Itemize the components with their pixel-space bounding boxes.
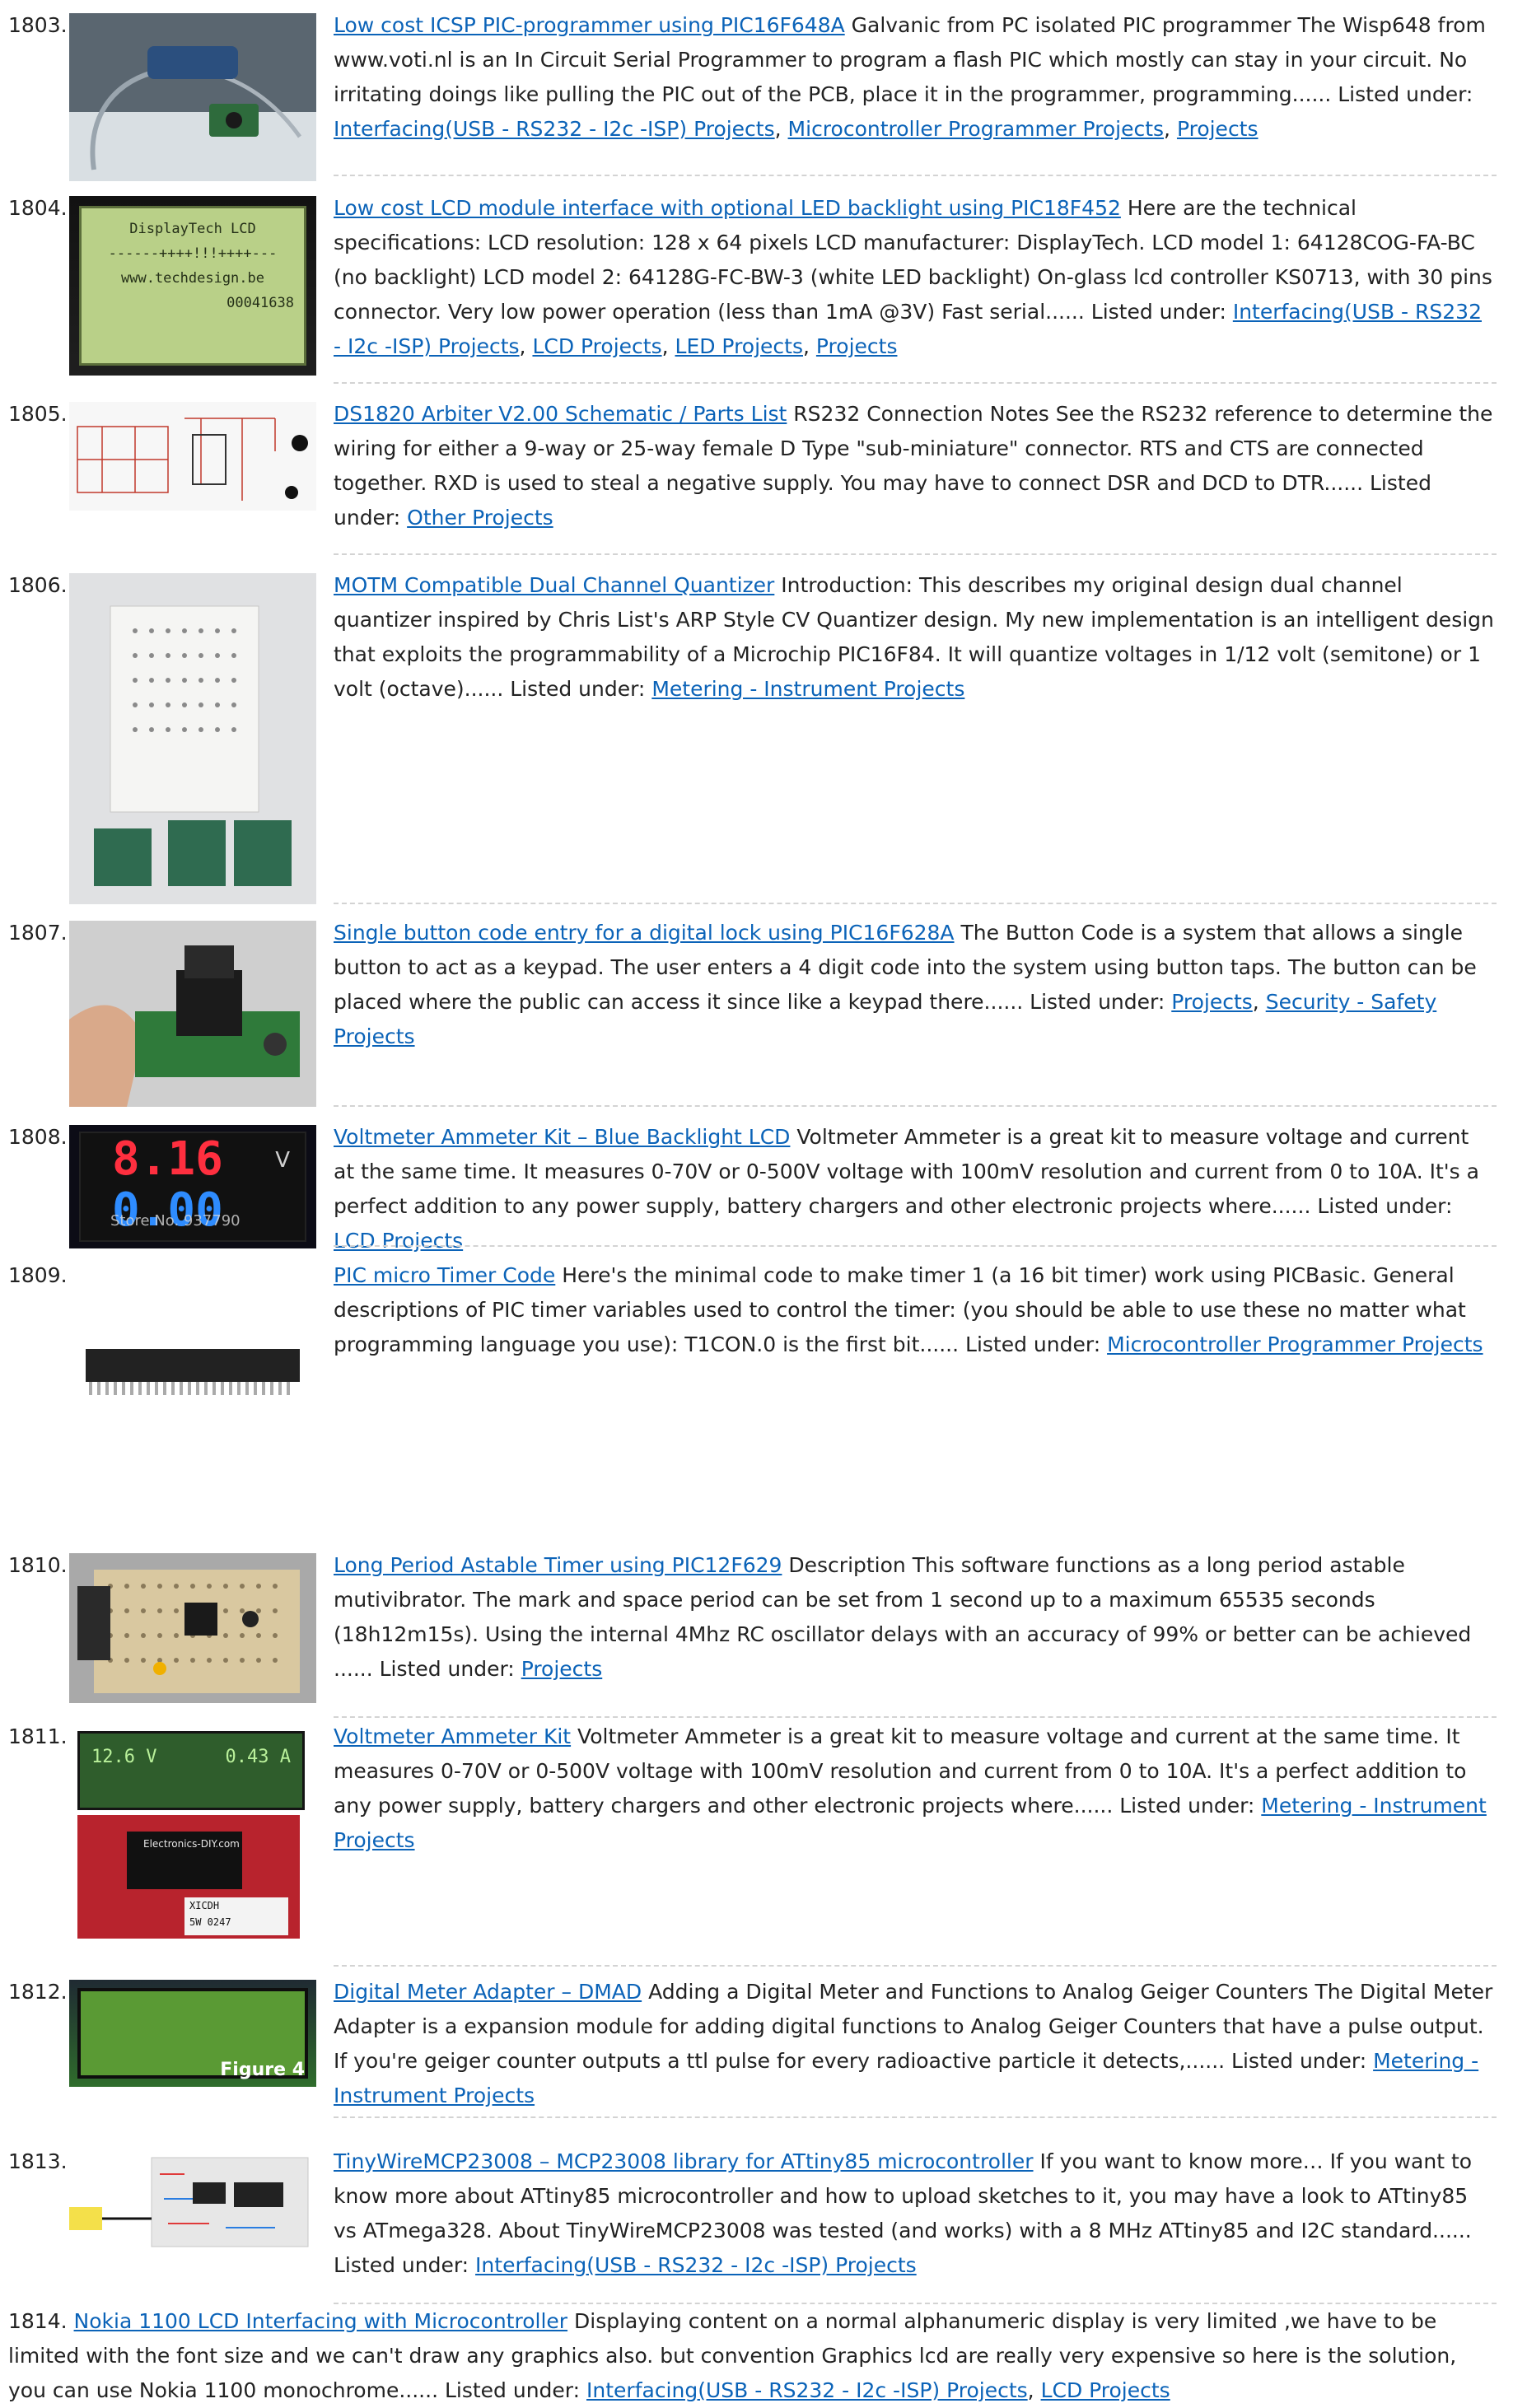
lcd-current: 0.43 A [225,1747,291,1767]
entry-number: 1812. [8,1980,68,2004]
entry-title-link[interactable]: MOTM Compatible Dual Channel Quantizer [334,573,774,597]
entry-number: 1813. [8,2149,68,2173]
entry-number: 1814. [8,2309,68,2333]
entry-thumbnail[interactable] [69,1332,316,1407]
list-item: 1808. 8.16 V 0.00 Store No. 937790 Voltm… [0,1120,1513,1253]
lcd-line: 00041638 [226,295,294,311]
lcd-screen: DisplayTech LCD ------++++!!!++++--- www… [79,206,306,366]
separator [334,1245,1497,1247]
entry-thumbnail[interactable]: Figure 4 [69,1980,316,2087]
separator [334,1965,1497,1967]
category-link[interactable]: Microcontroller Programmer Projects [1107,1332,1483,1356]
entry-thumbnail[interactable] [69,1553,316,1703]
category-link[interactable]: Metering - Instrument Projects [651,677,964,701]
entry-number: 1808. [8,1125,68,1149]
category-link[interactable]: Interfacing(USB - RS232 - I2c -ISP) Proj… [334,117,775,141]
entry-title-link[interactable]: PIC micro Timer Code [334,1263,555,1287]
entry-title-link[interactable]: Voltmeter Ammeter Kit – Blue Backlight L… [334,1125,790,1149]
separator [334,1105,1497,1107]
list-item: 1809. PIC micro Timer Code Here's the mi… [0,1258,1513,1530]
entry-number: 1810. [8,1553,68,1577]
separator [334,2116,1497,2118]
separator [334,1716,1497,1718]
separator [334,382,1497,384]
entry-text: MOTM Compatible Dual Channel Quantizer I… [334,568,1495,707]
entry-thumbnail[interactable] [69,921,316,1107]
entry-text: Long Period Astable Timer using PIC12F62… [334,1548,1495,1687]
entry-thumbnail[interactable]: 8.16 V 0.00 Store No. 937790 [69,1125,316,1248]
entry-title-link[interactable]: Low cost ICSP PIC-programmer using PIC16… [334,13,845,37]
entry-thumbnail[interactable] [69,2149,316,2255]
volt-unit: V [275,1148,290,1173]
chip-label: XICDH [189,1900,220,1911]
entry-text: DS1820 Arbiter V2.00 Schematic / Parts L… [334,397,1495,535]
entry-title-link[interactable]: DS1820 Arbiter V2.00 Schematic / Parts L… [334,402,787,426]
list-item: 1812. Figure 4 Digital Meter Adapter – D… [0,1975,1513,2107]
category-link[interactable]: Projects [1177,117,1258,141]
entry-thumbnail[interactable] [69,573,316,904]
category-link[interactable]: Projects [816,334,898,358]
list-item: 1813. TinyWireMCP23008 – MCP23008 librar… [0,2144,1513,2299]
entry-title-link[interactable]: Nokia 1100 LCD Interfacing with Microcon… [74,2309,568,2333]
page: { "entries": [ { "number": "1803.", "tit… [0,0,1513,2408]
lcd-line: www.techdesign.be [121,270,264,287]
entry-title-link[interactable]: Voltmeter Ammeter Kit [334,1724,571,1748]
entry-text: Voltmeter Ammeter Kit Voltmeter Ammeter … [334,1720,1495,1858]
list-item: 1807. Single button code entry for a dig… [0,916,1513,1107]
category-link[interactable]: Other Projects [407,506,553,530]
entry-number: 1804. [8,196,68,220]
list-item: 1804. DisplayTech LCD ------++++!!!++++-… [0,191,1513,376]
separator [334,175,1497,176]
entry-thumbnail[interactable]: DisplayTech LCD ------++++!!!++++--- www… [69,196,316,376]
lcd-voltage: 12.6 V [91,1747,157,1767]
entry-text: Low cost ICSP PIC-programmer using PIC16… [334,13,1486,141]
category-link[interactable]: Microcontroller Programmer Projects [788,117,1165,141]
entry-number: 1807. [8,921,68,945]
watermark: Store No. 937790 [110,1212,240,1230]
category-link[interactable]: Projects [521,1657,603,1681]
entry-thumbnail[interactable] [69,402,316,511]
separator [334,903,1497,904]
entry-text: PIC micro Timer Code Here's the minimal … [334,1258,1495,1362]
board-label: Electronics-DIY.com [143,1838,240,1850]
entry-title-link[interactable]: Long Period Astable Timer using PIC12F62… [334,1553,782,1577]
chip-label: 5W 0247 [189,1916,231,1928]
list-item: 1810. Long Period Astable Timer using PI… [0,1548,1513,1713]
separator [334,553,1497,555]
entry-text: Low cost LCD module interface with optio… [334,196,1492,358]
entry-title-link[interactable]: TinyWireMCP23008 – MCP23008 library for … [334,2149,1034,2173]
entry-number: 1809. [8,1263,68,1287]
entry-text: Single button code entry for a digital l… [334,921,1477,1048]
category-link[interactable]: Interfacing(USB - RS232 - I2c -ISP) Proj… [586,2378,1028,2402]
list-item: 1803. Low cost ICSP PIC-programmer using… [0,8,1513,181]
lcd-line: ------++++!!!++++--- [108,245,278,262]
entry-title-link[interactable]: Low cost LCD module interface with optio… [334,196,1121,220]
entry-number: 1803. [8,13,68,37]
entry-title-link[interactable]: Digital Meter Adapter – DMAD [334,1980,642,2004]
list-item: 1805. DS1820 Arbiter V2.00 Schematic / P… [0,397,1513,537]
entry-text: 1814. Nokia 1100 LCD Interfacing with Mi… [8,2309,1457,2402]
list-item: 1811. 12.6 V 0.43 A Electronics-DIY.com … [0,1720,1513,1960]
figure-label: Figure 4 [220,2060,305,2080]
entry-text: Voltmeter Ammeter Kit – Blue Backlight L… [334,1120,1495,1258]
category-link[interactable]: Projects [1171,990,1253,1014]
category-link[interactable]: LED Projects [675,334,803,358]
category-link[interactable]: Interfacing(USB - RS232 - I2c -ISP) Proj… [475,2253,917,2277]
entry-text: Digital Meter Adapter – DMAD Adding a Di… [334,1975,1495,2113]
voltage-readout: 8.16 [112,1132,223,1186]
entry-title-link[interactable]: Single button code entry for a digital l… [334,921,955,945]
list-item: 1814. Nokia 1100 LCD Interfacing with Mi… [0,2304,1513,2408]
entry-text: TinyWireMCP23008 – MCP23008 library for … [334,2144,1495,2283]
category-link[interactable]: LCD Projects [532,334,661,358]
entry-number: 1805. [8,402,68,426]
list-item: 1806. MOTM Compatible Dual Channel Quant… [0,568,1513,908]
entry-thumbnail[interactable] [69,13,316,181]
lcd-line: DisplayTech LCD [129,221,256,237]
entry-thumbnail[interactable]: 12.6 V 0.43 A Electronics-DIY.com XICDH … [69,1724,316,1960]
entry-number: 1811. [8,1724,68,1748]
entry-number: 1806. [8,573,68,597]
category-link[interactable]: LCD Projects [334,1229,463,1253]
category-link[interactable]: LCD Projects [1041,2378,1170,2402]
